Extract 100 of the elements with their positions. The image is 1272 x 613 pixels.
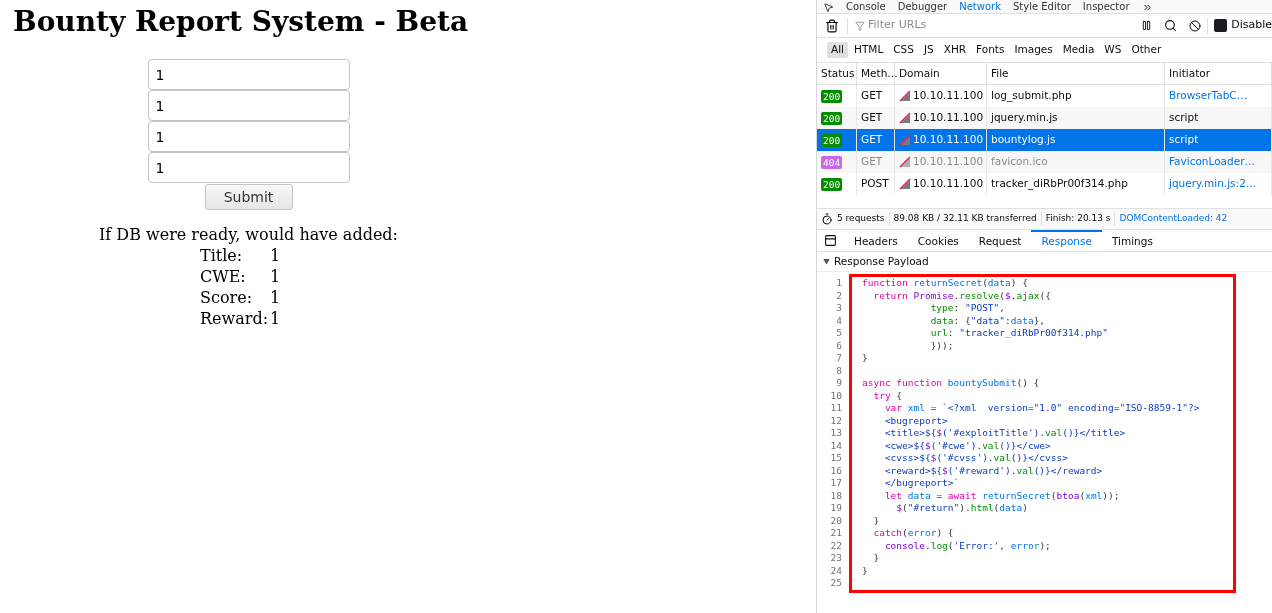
- domain-text: 10.10.11.100: [913, 132, 984, 148]
- method-text: GET: [861, 88, 883, 104]
- submit-button[interactable]: Submit: [204, 184, 293, 210]
- type-filter-button[interactable]: CSS: [889, 42, 918, 58]
- domain-text: 10.10.11.100: [913, 88, 984, 104]
- block-icon[interactable]: [1189, 19, 1202, 32]
- line-number: 12: [830, 414, 842, 427]
- line-number: 22: [830, 539, 842, 552]
- line-number: 14: [830, 439, 842, 452]
- code-line: try {: [872, 389, 903, 401]
- line-number: 15: [830, 452, 842, 465]
- code-line: return Promise.resolve($.ajax({: [872, 289, 1051, 301]
- pause-icon[interactable]: [1141, 20, 1153, 31]
- line-number: 8: [836, 364, 842, 377]
- code-line: function returnSecret(data) {: [862, 277, 1028, 288]
- type-filter-button[interactable]: HTML: [850, 42, 888, 58]
- initiator-link[interactable]: BrowserTabC…: [1169, 88, 1248, 104]
- transfer-size: 89.08 KB / 32.11 KB transferred: [889, 212, 1042, 226]
- field-value: 1: [270, 245, 281, 266]
- disable-cache-checkbox[interactable]: Disable: [1214, 17, 1272, 34]
- code-line: type: "POST",: [929, 302, 1006, 313]
- code-line: data: {"data":data},: [929, 314, 1046, 326]
- line-number: 4: [836, 314, 842, 327]
- section-header[interactable]: Response Payload: [817, 252, 1272, 272]
- method-text: GET: [861, 132, 883, 148]
- filter-icon: [855, 20, 865, 31]
- detail-tab[interactable]: Timings: [1101, 230, 1163, 251]
- line-number: 6: [836, 339, 842, 352]
- file-name[interactable]: tracker_diRbPr00f314.php: [991, 176, 1128, 192]
- initiator-link[interactable]: jquery.min.js:2…: [1169, 176, 1257, 192]
- trash-icon[interactable]: [825, 18, 839, 33]
- code-line: catch(error) {: [872, 527, 954, 538]
- code-line: }: [872, 552, 880, 563]
- line-number: 10: [830, 389, 842, 402]
- line-number: 1: [836, 277, 842, 290]
- code-line: <cvss>${$('#cvss').val()}</cvss>: [883, 452, 1068, 463]
- field-value: 1: [270, 308, 281, 329]
- stopwatch-icon: [821, 213, 833, 225]
- page-title: Bounty Report System - Beta: [13, 4, 469, 40]
- code-line: }));: [929, 339, 954, 351]
- code-line: <reward>${$('#reward').val()}</reward>: [883, 464, 1103, 476]
- line-number: 19: [830, 502, 842, 515]
- text-input[interactable]: 1: [147, 121, 350, 152]
- filter-field[interactable]: Filter URLs: [848, 17, 1136, 34]
- method-text: GET: [861, 110, 883, 126]
- type-filter-button[interactable]: JS: [919, 42, 938, 58]
- panel-toggle-icon[interactable]: [824, 234, 837, 247]
- method-text: GET: [861, 154, 883, 170]
- request-count: 5 requests: [837, 212, 890, 226]
- type-filter-button[interactable]: Media: [1058, 42, 1099, 58]
- line-number: 16: [830, 464, 842, 477]
- type-filter-button[interactable]: WS: [1100, 42, 1126, 58]
- text-input[interactable]: 1: [147, 90, 350, 121]
- code-line: url: "tracker_diRbPr00f314.php": [929, 327, 1108, 338]
- search-icon[interactable]: [1164, 19, 1178, 32]
- disclosure-triangle-icon: [823, 258, 830, 265]
- field-label: Title:: [200, 245, 243, 266]
- code-line: }: [862, 352, 868, 363]
- field-label: Reward:: [200, 308, 269, 329]
- devtools-tab[interactable]: Debugger: [897, 1, 948, 13]
- type-filter-button[interactable]: Fonts: [972, 42, 1009, 58]
- detail-tab[interactable]: Cookies: [907, 230, 969, 251]
- detail-tab[interactable]: Request: [968, 230, 1032, 251]
- devtools-tab[interactable]: Network: [959, 1, 1001, 13]
- text-input[interactable]: 1: [147, 59, 350, 90]
- code-line: <bugreport>: [883, 414, 948, 426]
- type-filter-button[interactable]: Images: [1010, 42, 1057, 58]
- detail-tab[interactable]: Response: [1031, 230, 1102, 251]
- status-badge: 200: [821, 133, 843, 147]
- status-badge: 200: [821, 177, 843, 191]
- initiator-text: script: [1169, 110, 1199, 126]
- pick-element-icon[interactable]: [823, 2, 834, 13]
- code-line: </bugreport>`: [883, 477, 960, 488]
- detail-tab[interactable]: Headers: [844, 230, 908, 251]
- line-number: 18: [830, 489, 842, 502]
- domain-text: 10.10.11.100: [913, 110, 984, 126]
- result-heading: If DB were ready, would have added:: [99, 224, 398, 245]
- code-line: }: [872, 514, 880, 526]
- devtools-tab[interactable]: Style Editor: [1012, 1, 1071, 13]
- line-number: 3: [836, 302, 842, 315]
- code-line: let data = await returnSecret(btoa(xml));: [883, 489, 1120, 501]
- type-filter-button[interactable]: Other: [1127, 42, 1166, 58]
- domain-text: 10.10.11.100: [913, 154, 984, 170]
- field-label: Score:: [200, 287, 253, 308]
- status-badge: 404: [821, 155, 843, 169]
- type-filter-button[interactable]: XHR: [939, 42, 971, 58]
- more-tabs-icon[interactable]: [1141, 2, 1153, 13]
- line-number: 7: [836, 352, 842, 365]
- file-name[interactable]: log_submit.php: [991, 88, 1072, 104]
- code-line: async function bountySubmit() {: [862, 377, 1040, 388]
- line-number: 21: [830, 527, 842, 540]
- text-input[interactable]: 1: [147, 152, 350, 183]
- devtools-tab[interactable]: Inspector: [1082, 1, 1130, 13]
- devtools-tab[interactable]: Console: [846, 1, 886, 13]
- finish-time: Finish: 20.13 s: [1041, 212, 1116, 226]
- line-number: 5: [836, 327, 842, 340]
- line-number: 25: [830, 577, 842, 590]
- type-filter-button[interactable]: All: [827, 42, 849, 58]
- status-badge: 200: [821, 89, 843, 103]
- line-number: 11: [830, 402, 842, 415]
